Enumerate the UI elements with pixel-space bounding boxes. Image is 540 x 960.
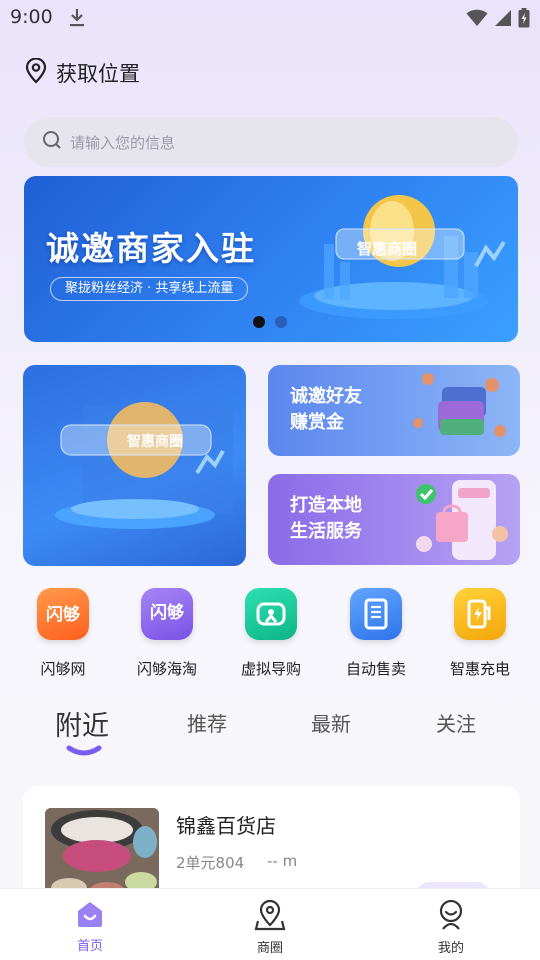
tab-recommended[interactable]: 推荐 xyxy=(187,708,227,737)
banner-pagination xyxy=(253,316,287,328)
local-service-text: 打造本地 生活服务 xyxy=(290,493,362,545)
store-distance: -- m xyxy=(267,852,298,870)
quick-entry-label: 虚拟导购 xyxy=(240,660,301,678)
tab-following[interactable]: 关注 xyxy=(436,708,476,737)
shangou-haitao-icon: 闪够 xyxy=(141,588,193,640)
nav-home[interactable]: 首页 xyxy=(50,899,130,954)
cellular-signal-icon xyxy=(494,9,512,31)
map-pin-icon xyxy=(254,899,286,931)
virtual-guide-icon xyxy=(245,588,297,640)
quick-entry-shangou[interactable]: 闪够 闪够网 xyxy=(18,588,108,679)
nav-business-circle[interactable]: 商圈 xyxy=(230,899,310,956)
tab-latest[interactable]: 最新 xyxy=(311,708,351,737)
status-bar: 9:00 xyxy=(0,0,540,36)
shangou-mark: 闪够 xyxy=(46,605,80,625)
banner-title: 诚邀商家入驻 xyxy=(46,229,256,268)
tab-nearby[interactable]: 附近 xyxy=(55,704,109,743)
vending-icon xyxy=(350,588,402,640)
location-selector[interactable]: 获取位置 xyxy=(24,57,140,88)
download-icon xyxy=(68,8,86,32)
invite-text: 诚邀好友 赚赏金 xyxy=(290,384,362,436)
invite-line-1: 诚邀好友 xyxy=(290,386,362,407)
profile-icon xyxy=(439,899,463,930)
banner-dot[interactable] xyxy=(275,316,287,328)
quick-entry-label: 自动售卖 xyxy=(345,660,406,678)
wallet-coins-icon xyxy=(413,373,506,437)
banner-subtitle: 聚拢粉丝经济 · 共享线上流量 xyxy=(50,277,249,301)
service-line-1: 打造本地 xyxy=(290,495,362,516)
status-icons xyxy=(466,8,530,32)
banner-emblem-label: 智惠商圈 xyxy=(357,240,418,258)
nav-label-home: 首页 xyxy=(76,939,103,954)
quick-entry-charging[interactable]: 智惠充电 xyxy=(435,588,525,679)
battery-icon xyxy=(518,8,530,32)
quick-entry-row: 闪够 闪够网 闪够 闪够海淘 虚拟导购 自动售卖 智惠充电 xyxy=(0,588,540,684)
phone-shopping-icon xyxy=(416,480,508,560)
nav-label-business-circle: 商圈 xyxy=(256,941,283,956)
store-address: 2单元804 xyxy=(176,854,245,872)
banner-dot-active[interactable] xyxy=(253,316,265,328)
quick-entry-label: 智惠充电 xyxy=(449,660,510,678)
wifi-icon xyxy=(466,9,488,31)
active-tab-indicator xyxy=(66,745,102,756)
quick-entry-shangou-haitao[interactable]: 闪够 闪够海淘 xyxy=(122,588,212,679)
location-pin-icon xyxy=(24,57,48,88)
promo-card-invite[interactable]: 诚邀好友 赚赏金 xyxy=(268,365,520,456)
home-icon xyxy=(78,902,102,927)
quick-entry-label: 闪够网 xyxy=(40,660,86,678)
promo-card-local-service[interactable]: 打造本地 生活服务 xyxy=(268,474,520,565)
location-label: 获取位置 xyxy=(56,62,140,86)
charging-icon xyxy=(454,588,506,640)
merchant-emblem-label: 智惠商圈 xyxy=(127,434,183,450)
nav-label-profile: 我的 xyxy=(437,941,464,956)
service-line-2: 生活服务 xyxy=(290,521,362,542)
quick-entry-virtual-guide[interactable]: 虚拟导购 xyxy=(226,588,316,679)
merchant-emblem-artwork xyxy=(55,402,233,529)
shangou-icon: 闪够 xyxy=(37,588,89,640)
nav-profile[interactable]: 我的 xyxy=(411,899,491,956)
search-input[interactable]: 请输入您的信息 xyxy=(24,117,518,167)
promo-card-merchant[interactable]: 智惠商圈 xyxy=(23,365,246,566)
search-placeholder: 请输入您的信息 xyxy=(70,133,176,152)
shangou-haitao-mark: 闪够 xyxy=(150,603,184,623)
invite-line-2: 赚赏金 xyxy=(290,412,344,433)
quick-entry-vending[interactable]: 自动售卖 xyxy=(331,588,421,679)
quick-entry-label: 闪够海淘 xyxy=(136,660,197,678)
status-time: 9:00 xyxy=(10,6,53,28)
search-icon xyxy=(42,130,62,154)
store-name: 锦鑫百货店 xyxy=(176,814,276,838)
promo-banner[interactable]: 诚邀商家入驻 聚拢粉丝经济 · 共享线上流量 智惠商圈 xyxy=(24,176,518,342)
bottom-navigation: 首页 商圈 我的 xyxy=(0,888,540,960)
